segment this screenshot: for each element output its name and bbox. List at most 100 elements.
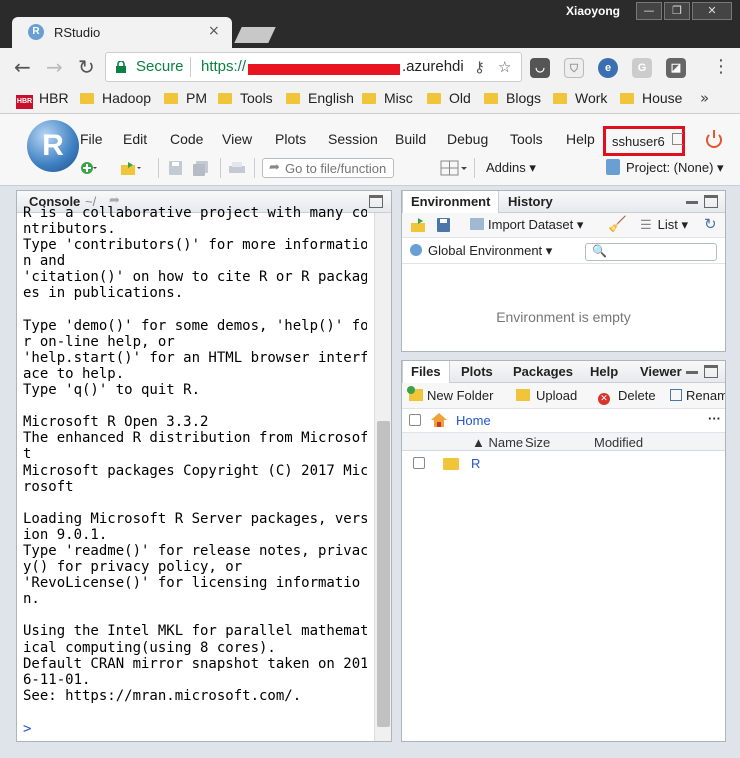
menu-session[interactable]: Session bbox=[328, 131, 378, 147]
bookmarks-overflow-button[interactable]: » bbox=[700, 89, 709, 107]
layout-grid-icon[interactable] bbox=[440, 160, 468, 176]
print-icon[interactable] bbox=[228, 160, 246, 176]
tab-packages[interactable]: Packages bbox=[505, 361, 581, 383]
project-menu[interactable]: Project: (None) ▾ bbox=[606, 159, 724, 176]
goto-file-box[interactable]: ➦ bbox=[262, 158, 394, 178]
url-separator bbox=[190, 57, 191, 77]
select-all-checkbox[interactable] bbox=[409, 414, 421, 426]
rename-button[interactable]: Rename bbox=[670, 388, 725, 403]
minimize-pane-icon[interactable] bbox=[686, 371, 698, 374]
more-options-button[interactable]: ··· bbox=[708, 411, 721, 426]
bookmark-misc[interactable]: Misc bbox=[362, 90, 413, 110]
addins-menu[interactable]: Addins ▾ bbox=[486, 160, 536, 176]
minimize-pane-icon[interactable] bbox=[686, 201, 698, 204]
row-checkbox[interactable] bbox=[413, 457, 425, 469]
table-row[interactable]: R bbox=[402, 453, 725, 475]
profile-name[interactable]: Xiaoyong bbox=[566, 4, 620, 18]
maximize-pane-icon[interactable] bbox=[704, 365, 718, 378]
console-maximize-icon[interactable] bbox=[369, 195, 383, 208]
menu-help[interactable]: Help bbox=[566, 131, 595, 147]
menu-file[interactable]: File bbox=[80, 131, 103, 147]
menu-build[interactable]: Build bbox=[395, 131, 426, 147]
rstudio-app: R File Edit Code View Plots Session Buil… bbox=[0, 114, 740, 758]
new-file-icon[interactable] bbox=[80, 160, 98, 176]
bookmark-blogs[interactable]: Blogs bbox=[484, 90, 541, 110]
list-view-button[interactable]: ☰ List ▾ bbox=[640, 217, 688, 233]
tab-plots[interactable]: Plots bbox=[453, 361, 501, 383]
folder-icon bbox=[218, 93, 232, 104]
load-workspace-icon[interactable] bbox=[410, 217, 428, 233]
signed-in-user: sshuser6 bbox=[612, 134, 665, 149]
tab-viewer[interactable]: Viewer bbox=[632, 361, 690, 383]
tab-rstudio[interactable]: R RStudio × bbox=[12, 17, 232, 48]
bookmark-hadoop[interactable]: Hadoop bbox=[80, 90, 151, 110]
delete-button[interactable]: ✕ Delete bbox=[598, 388, 656, 405]
save-all-icon[interactable] bbox=[192, 160, 210, 176]
bookmark-work[interactable]: Work bbox=[553, 90, 607, 110]
forward-icon[interactable]: → bbox=[46, 56, 63, 78]
environment-search[interactable]: 🔍 bbox=[585, 243, 717, 261]
bookmark-star-icon[interactable]: ☆ bbox=[498, 58, 511, 76]
column-name[interactable]: ▲ Name bbox=[472, 435, 523, 450]
power-icon[interactable] bbox=[706, 130, 722, 148]
tab-history[interactable]: History bbox=[500, 191, 561, 213]
key-icon[interactable]: ⚷ bbox=[474, 58, 485, 76]
bookmark-english[interactable]: English bbox=[286, 90, 354, 110]
secure-label: Secure bbox=[136, 58, 184, 75]
folder-icon bbox=[443, 458, 459, 470]
bookmark-tools[interactable]: Tools bbox=[218, 90, 273, 110]
console-scroll-thumb[interactable] bbox=[377, 421, 390, 727]
bookmark-house[interactable]: House bbox=[620, 90, 682, 110]
folder-icon bbox=[286, 93, 300, 104]
shield-extension-icon[interactable]: ⛉ bbox=[564, 58, 584, 78]
home-icon[interactable] bbox=[430, 412, 448, 428]
sign-out-icon[interactable] bbox=[672, 133, 683, 145]
pocket-extension-icon[interactable]: ◡ bbox=[530, 58, 550, 78]
new-folder-button[interactable]: New Folder bbox=[407, 386, 493, 403]
bookmark-hbr[interactable]: HBR HBR bbox=[16, 90, 69, 110]
menu-debug[interactable]: Debug bbox=[447, 131, 488, 147]
tab-close-icon[interactable]: × bbox=[208, 23, 220, 39]
console-scrollbar[interactable] bbox=[374, 213, 391, 741]
scope-dropdown[interactable]: Global Environment ▾ bbox=[410, 243, 552, 259]
address-bar[interactable]: Secure https:// .azurehdi ⚷ ☆ bbox=[105, 52, 522, 82]
refresh-icon[interactable]: ↻ bbox=[704, 215, 717, 233]
goto-file-input[interactable] bbox=[285, 160, 391, 176]
note-extension-icon[interactable]: ◪ bbox=[666, 58, 686, 78]
toolbar-separator bbox=[158, 158, 159, 178]
chrome-menu-icon[interactable]: ⋮ bbox=[712, 56, 730, 78]
upload-button[interactable]: Upload bbox=[516, 388, 577, 403]
close-window-button[interactable]: ✕ bbox=[692, 2, 732, 20]
files-header: Files Plots Packages Help Viewer bbox=[402, 361, 725, 383]
import-dataset-button[interactable]: Import Dataset ▾ bbox=[470, 217, 583, 233]
save-workspace-icon[interactable] bbox=[436, 217, 452, 233]
g-extension-icon[interactable]: G bbox=[632, 58, 652, 78]
maximize-button[interactable]: ❐ bbox=[664, 2, 690, 20]
reload-icon[interactable]: ↻ bbox=[78, 56, 95, 78]
open-file-icon[interactable] bbox=[120, 160, 142, 176]
goto-arrow-icon: ➦ bbox=[269, 160, 280, 175]
menu-tools[interactable]: Tools bbox=[510, 131, 543, 147]
back-icon[interactable]: ← bbox=[14, 56, 31, 78]
menu-plots[interactable]: Plots bbox=[275, 131, 306, 147]
new-tab-button[interactable] bbox=[234, 27, 276, 43]
console-prompt[interactable]: > bbox=[23, 721, 31, 737]
column-size[interactable]: Size bbox=[525, 435, 550, 450]
tab-files[interactable]: Files bbox=[402, 361, 450, 383]
tab-environment[interactable]: Environment bbox=[402, 191, 500, 213]
menu-view[interactable]: View bbox=[222, 131, 252, 147]
file-name-link[interactable]: R bbox=[471, 456, 480, 471]
tab-title: RStudio bbox=[54, 25, 101, 40]
maximize-pane-icon[interactable] bbox=[704, 195, 718, 208]
bookmark-pm[interactable]: PM bbox=[164, 90, 207, 110]
minimize-button[interactable]: — bbox=[636, 2, 662, 20]
save-icon[interactable] bbox=[167, 160, 185, 176]
menu-edit[interactable]: Edit bbox=[123, 131, 147, 147]
e-extension-icon[interactable]: e bbox=[598, 58, 618, 78]
column-modified[interactable]: Modified bbox=[594, 435, 643, 450]
breadcrumb-home[interactable]: Home bbox=[456, 413, 491, 428]
bookmark-old[interactable]: Old bbox=[427, 90, 471, 110]
menu-code[interactable]: Code bbox=[170, 131, 203, 147]
tab-help[interactable]: Help bbox=[582, 361, 626, 383]
clear-broom-icon[interactable]: 🧹 bbox=[608, 215, 627, 233]
